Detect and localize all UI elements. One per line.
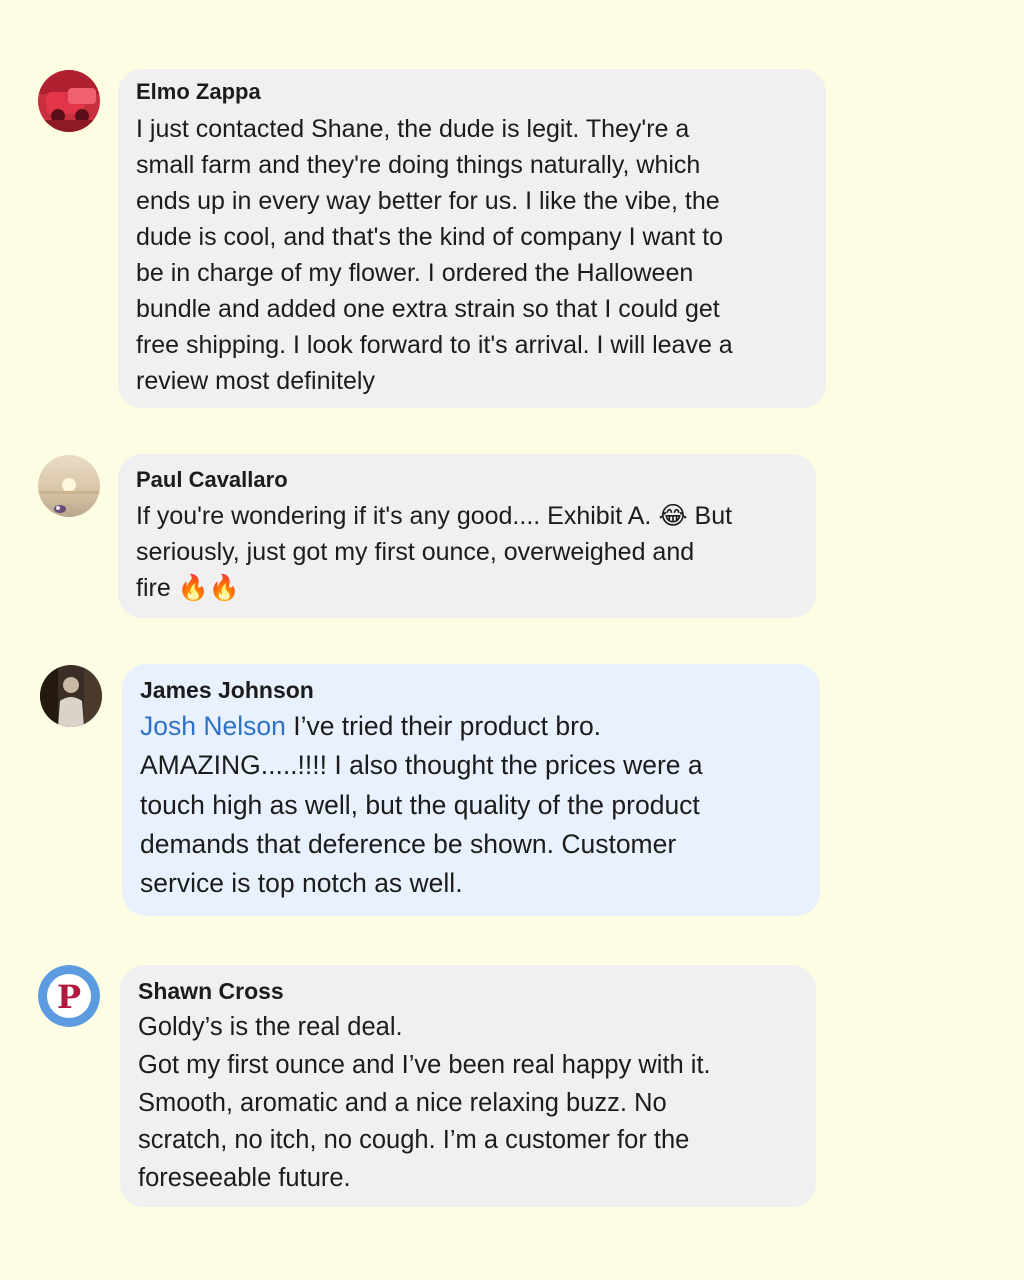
person-photo-avatar[interactable] bbox=[40, 665, 102, 727]
red-car-avatar[interactable] bbox=[38, 70, 100, 132]
letter-p-logo-avatar[interactable]: P bbox=[38, 965, 100, 1027]
comment-author[interactable]: Paul Cavallaro bbox=[136, 467, 798, 493]
comment-text-part: If you're wondering if it's any good....… bbox=[136, 502, 652, 530]
comment-author[interactable]: James Johnson bbox=[140, 677, 802, 703]
comment-bubble: Elmo Zappa I just contacted Shane, the d… bbox=[118, 69, 826, 408]
sunset-beach-avatar[interactable] bbox=[38, 455, 100, 517]
comment-bubble: James Johnson Josh Nelson I’ve tried the… bbox=[122, 664, 820, 916]
comment-bubble: Shawn Cross Goldy’s is the real deal. Go… bbox=[120, 965, 816, 1207]
comment-author[interactable]: Elmo Zappa bbox=[136, 79, 808, 105]
comment-text: Goldy’s is the real deal. Got my first o… bbox=[138, 1013, 711, 1193]
comment-author[interactable]: Shawn Cross bbox=[138, 978, 798, 1004]
laughing-emoji-icon: 😂 bbox=[658, 501, 688, 530]
avatar-letter: P bbox=[57, 978, 81, 1016]
fire-emoji-icon: 🔥🔥 bbox=[177, 573, 240, 602]
mention-link[interactable]: Josh Nelson bbox=[140, 711, 286, 741]
comment-bubble: Paul Cavallaro If you're wondering if it… bbox=[118, 454, 816, 618]
comment-text: I just contacted Shane, the dude is legi… bbox=[136, 115, 733, 395]
comment-text: If you're wondering if it's any good....… bbox=[136, 498, 798, 606]
comment-text: Josh Nelson I’ve tried their product bro… bbox=[140, 707, 802, 903]
